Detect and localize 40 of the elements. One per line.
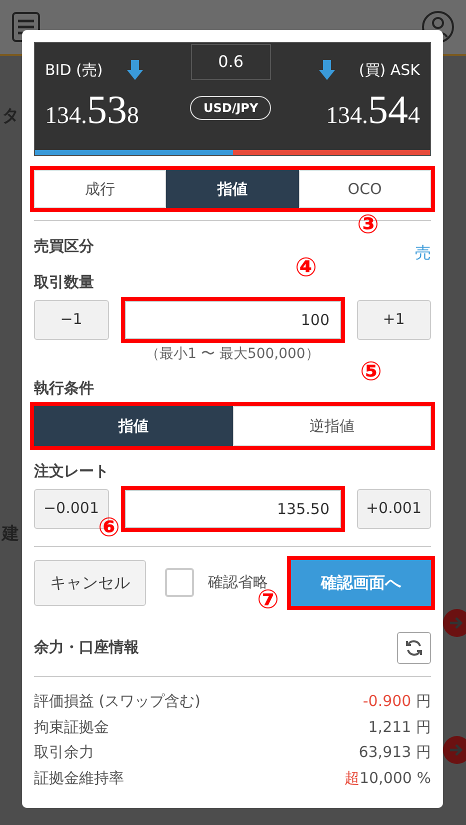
ask-price: 134.544 xyxy=(326,90,420,130)
arrow-icon[interactable] xyxy=(442,735,466,765)
checkbox[interactable] xyxy=(165,568,194,597)
account-value: -0.900 円 xyxy=(362,691,431,712)
account-value: 1,211 円 xyxy=(368,716,431,738)
cancel-button[interactable]: キャンセル xyxy=(34,560,146,606)
section-title: 余力・口座情報 xyxy=(34,637,139,658)
field-label: 売買区分 xyxy=(34,236,94,257)
currency-pair: USD/JPY xyxy=(190,96,272,120)
field-label: 注文レート xyxy=(34,461,110,482)
account-label: 拘束証拠金 xyxy=(34,716,109,738)
account-label: 証拠金維持率 xyxy=(34,768,124,788)
account-label: 取引余力 xyxy=(34,742,94,763)
annotation-number: ④ xyxy=(295,255,318,281)
annotation-number: ③ xyxy=(357,212,380,238)
down-arrow-icon xyxy=(126,60,143,80)
side-value: 売 xyxy=(415,242,431,264)
segment-tab[interactable]: 成行 xyxy=(34,170,166,208)
increment-button[interactable]: +1 xyxy=(356,300,431,340)
segment-tab[interactable]: 指値 xyxy=(34,406,232,446)
increment-button[interactable]: +0.001 xyxy=(356,488,431,528)
arrow-icon[interactable] xyxy=(442,608,466,638)
bid-label: BID (売) xyxy=(45,60,103,81)
bid-price: 134.538 xyxy=(45,90,140,130)
spread-value: 0.6 xyxy=(190,44,271,80)
account-value: 63,913 円 xyxy=(358,742,431,763)
annotation-number: ⑤ xyxy=(360,359,382,385)
quantity-hint: （最小1 〜 最大500,000） xyxy=(146,346,320,362)
segment-tab[interactable]: 指値 xyxy=(166,170,299,208)
down-arrow-icon xyxy=(318,60,335,80)
decrement-button[interactable]: −1 xyxy=(34,300,108,340)
refresh-icon xyxy=(405,638,423,656)
segment-tab[interactable]: OCO xyxy=(298,170,431,208)
ask-label: (買) ASK xyxy=(358,60,420,81)
account-label: 評価損益 (スワップ含む) xyxy=(34,691,200,712)
segment-tab[interactable]: 逆指値 xyxy=(232,406,431,446)
field-label: 取引数量 xyxy=(34,272,95,293)
field-label: 執行条件 xyxy=(34,378,95,398)
refresh-button[interactable] xyxy=(397,632,431,664)
account-value: 超10,000 % xyxy=(344,768,431,788)
